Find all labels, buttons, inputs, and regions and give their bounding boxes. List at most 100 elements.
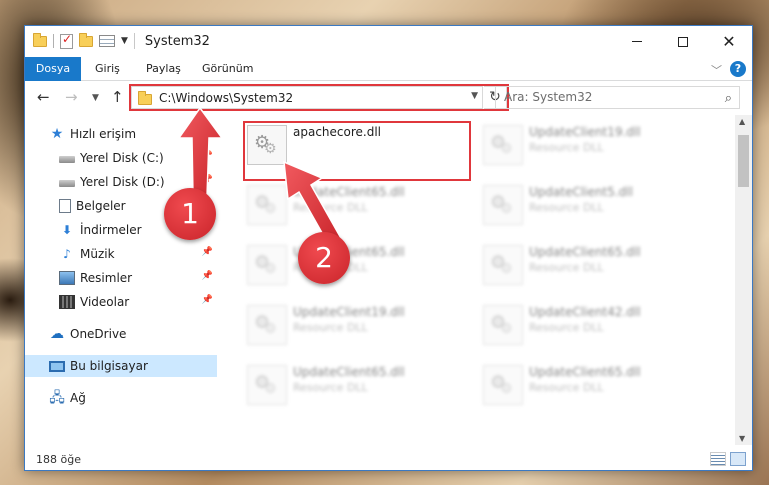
vertical-scrollbar[interactable]: ▲ ▼ <box>735 115 752 445</box>
dll-file-icon <box>247 365 287 405</box>
step-marker-1: 1 <box>164 188 216 240</box>
sidebar-item-network[interactable]: 🖧 Ağ <box>25 387 217 409</box>
cloud-icon: ☁ <box>50 326 64 342</box>
close-button[interactable]: ✕ <box>706 26 752 57</box>
search-input[interactable]: Ara: System32 ⌕ <box>495 86 740 109</box>
file-type: Resource DLL <box>293 201 368 214</box>
sidebar-item-label: Ağ <box>70 391 86 405</box>
file-item[interactable]: UpdateClient42.dll Resource DLL <box>483 303 703 353</box>
file-item[interactable]: UpdateClient65.dll Resource DLL <box>247 183 467 233</box>
help-icon[interactable]: ? <box>730 61 746 77</box>
sidebar-item-label: Yerel Disk (C:) <box>80 151 164 165</box>
pin-icon[interactable]: 📌 <box>202 247 213 257</box>
computer-icon <box>49 360 65 372</box>
file-type: Resource DLL <box>529 141 604 154</box>
file-name: UpdateClient19.dll <box>293 305 405 319</box>
sidebar-item-label: OneDrive <box>70 327 127 341</box>
sidebar-item-label: İndirmeler <box>80 223 142 237</box>
file-name: UpdateClient65.dll <box>529 365 641 379</box>
file-name: UpdateClient5.dll <box>529 185 633 199</box>
file-highlight-box <box>243 121 471 181</box>
sidebar-item-onedrive[interactable]: ☁ OneDrive <box>25 323 217 345</box>
customize-icon[interactable] <box>99 35 115 47</box>
dll-file-icon <box>483 125 523 165</box>
search-placeholder: Ara: System32 <box>504 90 593 104</box>
tab-share[interactable]: Paylaş <box>146 57 181 81</box>
pin-icon[interactable]: 📌 <box>202 295 213 305</box>
sidebar-item-pictures[interactable]: Resimler 📌 <box>25 267 217 289</box>
file-item[interactable]: UpdateClient19.dll Resource DLL <box>247 303 467 353</box>
file-name: UpdateClient42.dll <box>529 305 641 319</box>
dll-file-icon <box>483 305 523 345</box>
tab-home[interactable]: Giriş <box>95 57 120 81</box>
expand-ribbon-icon[interactable]: ﹀ <box>711 62 722 78</box>
download-icon: ⬇ <box>61 223 73 237</box>
pin-icon[interactable]: 📌 <box>202 151 213 161</box>
sidebar-item-quick-access[interactable]: ★ Hızlı erişim <box>25 123 217 145</box>
sidebar-item-label: Belgeler <box>76 199 126 213</box>
disk-icon <box>59 180 75 187</box>
properties-check-icon[interactable] <box>60 32 73 49</box>
file-name: UpdateClient19.dll <box>529 125 641 139</box>
file-type: Resource DLL <box>529 201 604 214</box>
tab-file[interactable]: Dosya <box>25 57 81 81</box>
sidebar-item-videos[interactable]: Videolar 📌 <box>25 291 217 313</box>
chevron-down-icon[interactable]: ▼ <box>121 36 128 46</box>
videos-icon <box>59 295 75 309</box>
recent-locations-icon[interactable]: ▼ <box>92 93 99 103</box>
title-divider <box>133 33 135 49</box>
sidebar-item-music[interactable]: ♪ Müzik 📌 <box>25 243 217 265</box>
window-title: System32 <box>144 33 210 49</box>
file-name: UpdateClient65.dll <box>529 245 641 259</box>
scroll-up-icon[interactable]: ▲ <box>739 117 745 126</box>
network-icon: 🖧 <box>49 390 65 406</box>
file-item[interactable]: UpdateClient65.dll Resource DLL <box>483 243 703 293</box>
file-item[interactable]: UpdateClient65.dll Resource DLL <box>247 243 467 293</box>
dll-file-icon <box>247 185 287 225</box>
search-icon: ⌕ <box>724 91 732 106</box>
details-view-icon[interactable] <box>710 452 726 466</box>
file-type: Resource DLL <box>529 381 604 394</box>
new-folder-icon[interactable] <box>79 32 93 47</box>
forward-arrow-icon[interactable]: → <box>65 88 78 106</box>
file-item[interactable]: UpdateClient65.dll Resource DLL <box>247 363 467 413</box>
sidebar-item-this-pc[interactable]: Bu bilgisayar <box>25 355 217 377</box>
tab-view[interactable]: Görünüm <box>202 57 253 81</box>
pin-icon[interactable]: 📌 <box>202 271 213 281</box>
large-icons-view-icon[interactable] <box>730 452 746 466</box>
file-item[interactable]: UpdateClient5.dll Resource DLL <box>483 183 703 233</box>
dll-file-icon <box>247 305 287 345</box>
dll-file-icon <box>483 245 523 285</box>
maximize-button[interactable] <box>660 26 706 57</box>
disk-icon <box>59 156 75 163</box>
music-icon: ♪ <box>63 247 71 261</box>
navigation-bar: ← → ▼ ↑ C:\Windows\System32 ▼ ↻ Ara: Sys… <box>25 81 752 115</box>
up-arrow-icon[interactable]: ↑ <box>111 88 124 106</box>
sidebar-item-label: Bu bilgisayar <box>70 359 148 373</box>
pin-icon[interactable]: 📌 <box>202 175 213 185</box>
file-item[interactable]: UpdateClient65.dll Resource DLL <box>483 363 703 413</box>
quick-access-toolbar: ▼ System32 <box>33 32 210 49</box>
file-explorer-window: ▼ System32 ✕ Dosya Giriş Paylaş Görünüm … <box>24 25 753 471</box>
dll-file-icon <box>483 365 523 405</box>
folder-icon <box>33 32 47 47</box>
step-marker-2: 2 <box>298 232 350 284</box>
back-arrow-icon[interactable]: ← <box>37 88 50 106</box>
ribbon-tabs: Dosya Giriş Paylaş Görünüm ﹀ ? <box>25 57 752 81</box>
file-type: Resource DLL <box>293 321 368 334</box>
scroll-down-icon[interactable]: ▼ <box>739 434 745 443</box>
address-highlight-box <box>129 84 509 111</box>
file-item[interactable]: UpdateClient19.dll Resource DLL <box>483 123 703 173</box>
maximize-icon <box>678 36 688 47</box>
toolbar-divider <box>53 34 54 48</box>
file-name: UpdateClient65.dll <box>293 365 405 379</box>
scroll-thumb[interactable] <box>738 135 749 187</box>
sidebar-item-local-disk-c[interactable]: Yerel Disk (C:) 📌 <box>25 147 217 169</box>
file-type: Resource DLL <box>529 321 604 334</box>
minimize-button[interactable] <box>614 26 660 57</box>
star-icon: ★ <box>50 126 64 142</box>
title-bar: ▼ System32 ✕ <box>25 26 752 57</box>
sidebar-item-label: Hızlı erişim <box>70 127 137 141</box>
file-type: Resource DLL <box>529 261 604 274</box>
document-icon <box>59 199 71 213</box>
